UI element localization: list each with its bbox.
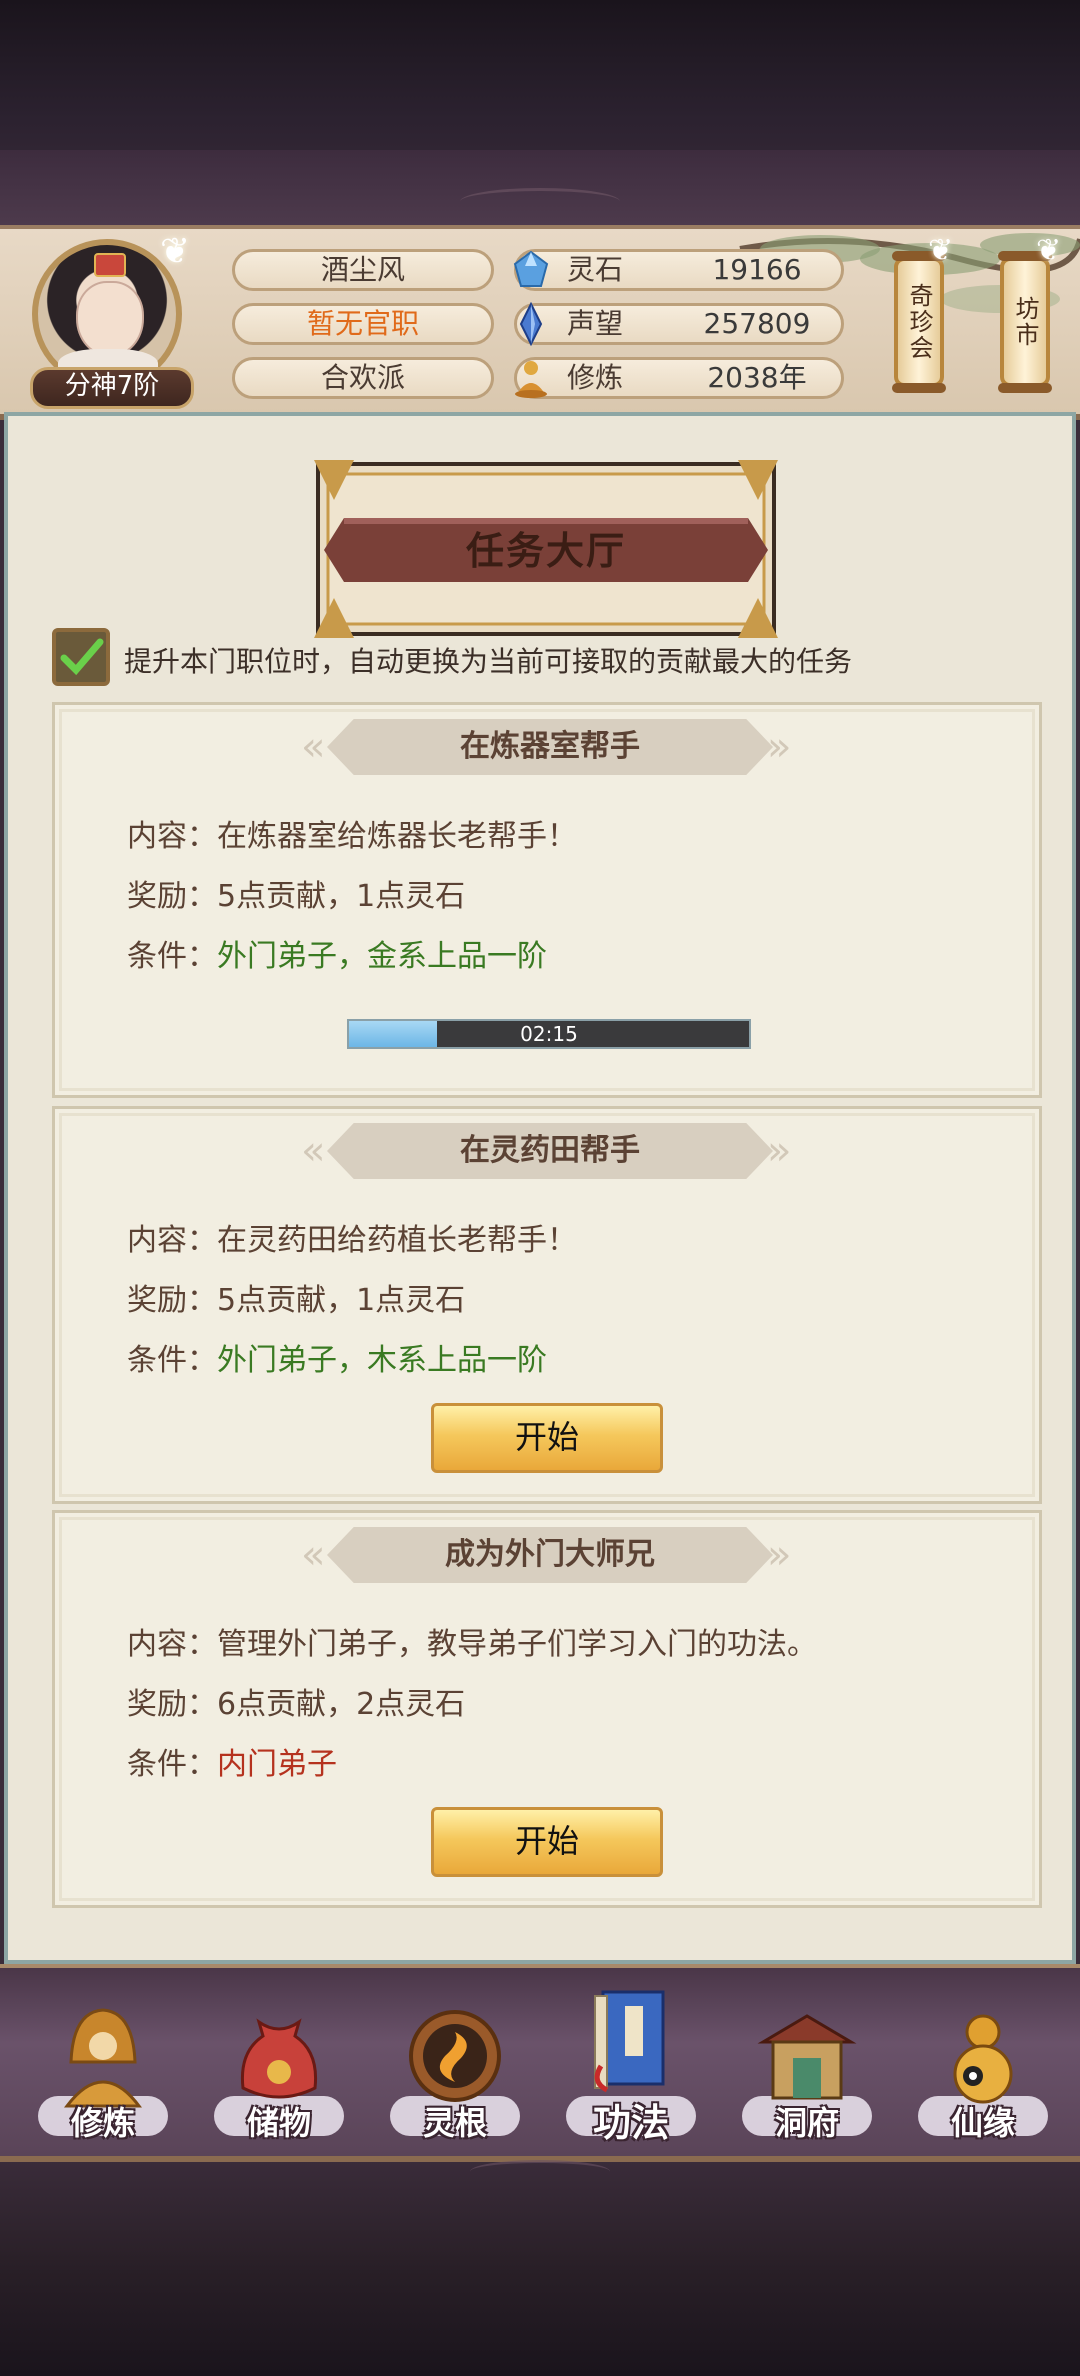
butterfly-icon: ❦ [1036, 233, 1062, 268]
content-label: 内容： [127, 819, 217, 854]
task-content-row: 内容：管理外门弟子，教导弟子们学习入门的功法。 [127, 1619, 817, 1663]
task-reward-row: 奖励：6点贡献，2点灵石 [127, 1679, 465, 1723]
content-text: 管理外门弟子，教导弟子们学习入门的功法。 [217, 1627, 817, 1662]
bottom-ornament [470, 2160, 610, 2183]
condition-label: 条件： [127, 1343, 217, 1378]
spirit-root-icon [409, 2010, 501, 2102]
task-timer: 02:15 [520, 1022, 578, 1046]
condition-text: 外门弟子，木系上品一阶 [217, 1343, 547, 1378]
start-task-button[interactable]: 开始 [431, 1403, 663, 1473]
meditating-monk-icon [63, 2008, 143, 2108]
nav-label: 仙缘 [950, 2104, 1015, 2142]
stat-label: 修炼 [567, 361, 624, 394]
nav-cave[interactable]: 洞府 [732, 1968, 882, 2156]
stat-value: 2038年 [707, 361, 807, 394]
gourd-icon [953, 2014, 1013, 2104]
task-content-row: 内容：在灵药田给药植长老帮手！ [127, 1215, 577, 1259]
content-text: 在炼器室给炼器长老帮手！ [217, 819, 577, 854]
task-content-row: 内容：在炼器室给炼器长老帮手！ [127, 811, 577, 855]
market-button[interactable]: 坊市 [998, 251, 1052, 393]
stat-label: 灵石 [567, 253, 624, 286]
condition-label: 条件： [127, 1747, 217, 1782]
cave-dwelling-icon [757, 2014, 857, 2100]
stat-reputation[interactable]: 声望 257809 [514, 302, 844, 346]
task-reward-row: 奖励：5点贡献，1点灵石 [127, 871, 465, 915]
task-title: 成为外门大师兄 [445, 1537, 655, 1572]
nav-label: 洞府 [774, 2104, 839, 2142]
task-title: 在灵药田帮手 [460, 1133, 640, 1168]
condition-text: 外门弟子，金系上品一阶 [217, 939, 547, 974]
task-card: « » 在灵药田帮手 内容：在灵药田给药植长老帮手！ 奖励：5点贡献，1点灵石 … [52, 1106, 1042, 1504]
content-label: 内容： [127, 1627, 217, 1662]
task-reward-row: 奖励：5点贡献，1点灵石 [127, 1275, 465, 1319]
condition-text: 内门弟子 [217, 1747, 337, 1782]
butterfly-icon: ❦ [160, 231, 191, 272]
task-progress-bar: 02:15 [347, 1019, 751, 1049]
reward-label: 奖励： [127, 879, 217, 914]
task-condition-row: 条件：外门弟子，金系上品一阶 [127, 931, 547, 975]
nav-label: 功法 [592, 2101, 669, 2145]
task-condition-row: 条件：内门弟子 [127, 1739, 337, 1783]
avatar-face [76, 281, 144, 357]
top-ornament [460, 188, 620, 215]
bottom-nav: 修炼 储物 灵根 功法 洞府 仙缘 [0, 1964, 1080, 2162]
nav-storage[interactable]: 储物 [204, 1968, 354, 2156]
rare-treasure-auction-button[interactable]: 奇珍会 [892, 251, 946, 393]
task-card: « » 成为外门大师兄 内容：管理外门弟子，教导弟子们学习入门的功法。 奖励：6… [52, 1510, 1042, 1908]
stat-cultivation[interactable]: 修炼 2038年 [514, 357, 844, 399]
official-title[interactable]: 暂无官职 [232, 303, 494, 345]
condition-label: 条件： [127, 939, 217, 974]
reward-text: 5点贡献，1点灵石 [217, 879, 466, 914]
nav-cultivate[interactable]: 修炼 [28, 1968, 178, 2156]
storage-bag-icon [240, 2018, 318, 2099]
technique-book-icon [594, 1990, 665, 2093]
content-text: 在灵药田给药植长老帮手！ [217, 1223, 577, 1258]
realm-badge: 分神7阶 [30, 367, 194, 409]
reward-text: 5点贡献，1点灵石 [217, 1283, 466, 1318]
reputation-crystal-icon [519, 302, 543, 346]
stat-label: 声望 [567, 307, 624, 340]
cultivation-meditate-icon [515, 361, 547, 398]
nav-label: 储物 [246, 2104, 311, 2142]
nav-fate[interactable]: 仙缘 [908, 1968, 1058, 2156]
nav-technique[interactable]: 功法 [556, 1968, 706, 2156]
auto-switch-checkbox[interactable] [52, 628, 110, 686]
task-title: 在炼器室帮手 [460, 729, 640, 764]
stat-spirit-stone[interactable]: 灵石 19166 [513, 249, 844, 291]
reward-text: 6点贡献，2点灵石 [217, 1687, 466, 1722]
task-hall-panel: 任务大厅 提升本门职位时，自动更换为当前可接取的贡献最大的任务 « » 在炼器室… [4, 412, 1076, 1964]
content-label: 内容： [127, 1223, 217, 1258]
nav-label: 灵根 [422, 2104, 487, 2142]
nav-label: 修炼 [70, 2104, 135, 2142]
butterfly-icon: ❦ [928, 233, 954, 268]
player-header: ❦ 分神7阶 酒尘风 暂无官职 合欢派 灵石 19166 声望 257809 修… [0, 225, 1080, 420]
title-banner [314, 460, 778, 638]
stat-value: 257809 [703, 307, 811, 340]
reward-label: 奖励： [127, 1687, 217, 1722]
sect-name: 合欢派 [232, 357, 494, 399]
stat-value: 19166 [712, 253, 802, 286]
task-condition-row: 条件：外门弟子，木系上品一阶 [127, 1335, 547, 1379]
spirit-stone-icon [513, 250, 549, 287]
task-card: « » 在炼器室帮手 内容：在炼器室给炼器长老帮手！ 奖励：5点贡献，1点灵石 … [52, 702, 1042, 1098]
top-decor-band [0, 150, 1080, 225]
hair-crown [94, 253, 126, 277]
player-avatar[interactable]: ❦ 分神7阶 [24, 231, 194, 409]
checkmark-icon [60, 638, 104, 676]
nav-spirit-root[interactable]: 灵根 [380, 1968, 530, 2156]
start-task-button[interactable]: 开始 [431, 1807, 663, 1877]
reward-label: 奖励： [127, 1283, 217, 1318]
auto-switch-label: 提升本门职位时，自动更换为当前可接取的贡献最大的任务 [124, 645, 853, 678]
player-name: 酒尘风 [232, 249, 494, 291]
